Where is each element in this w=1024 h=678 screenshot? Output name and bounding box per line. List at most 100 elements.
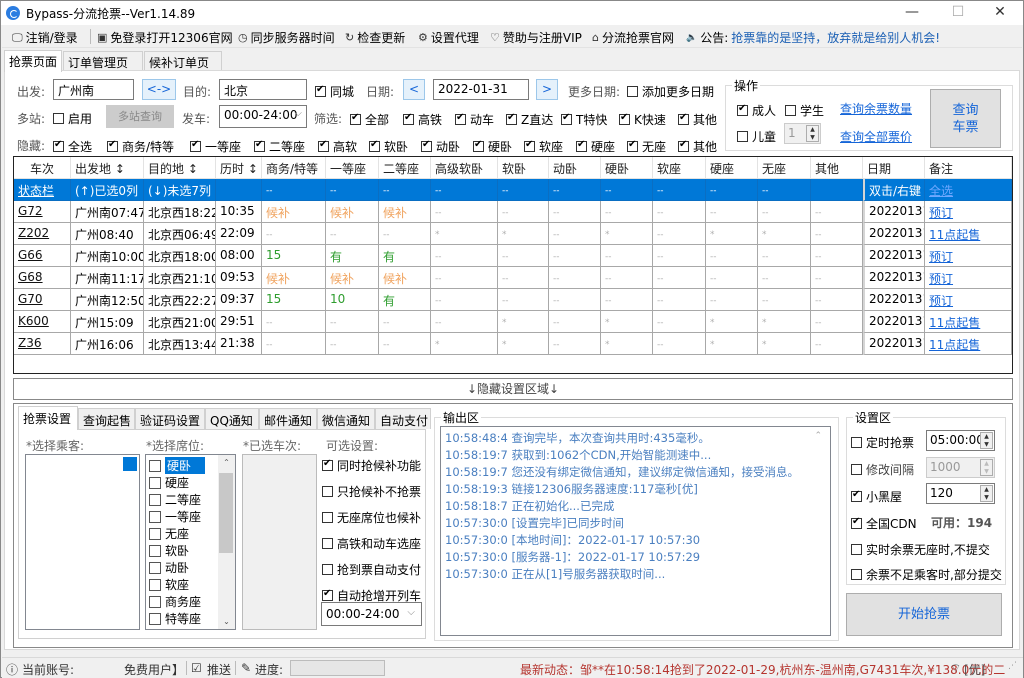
seat-option[interactable]: 二等座	[149, 491, 201, 508]
table-cell[interactable]: 11点起售	[925, 223, 1012, 245]
seat-option[interactable]: 一等座	[149, 508, 201, 525]
multi-station-enable-checkbox[interactable]: 启用	[53, 110, 92, 127]
seat-option[interactable]: 动卧	[149, 559, 189, 576]
hide-soft-seat-checkbox[interactable]: 软座	[524, 138, 563, 155]
table-cell[interactable]: 11点起售	[925, 333, 1012, 355]
table-row[interactable]: Z36 广州16:06 北京西13:44 21:38 -- -- -- * * -- * -- * * --…	[14, 333, 1012, 355]
swap-stations-button[interactable]: <->	[142, 79, 176, 100]
optional-setting-checkbox[interactable]: 高铁和动车选座	[322, 535, 421, 552]
toolbar-check-update-button[interactable]: ↻ 检查更新	[345, 29, 405, 46]
tab-wechat-notify[interactable]: 微信通知	[317, 408, 375, 429]
hide-business-checkbox[interactable]: 商务/特等	[107, 138, 174, 155]
optional-setting-checkbox[interactable]: 只抢候补不抢票	[322, 483, 421, 500]
push-label[interactable]: 推送	[207, 661, 231, 678]
interval-stepper[interactable]: 1000 ▲ ▼	[926, 457, 995, 478]
from-station-input[interactable]: 广州南	[53, 79, 134, 100]
add-more-dates-checkbox[interactable]: 添加更多日期	[627, 83, 714, 100]
table-cell[interactable]: G66	[14, 245, 71, 267]
table-cell[interactable]: Z36	[14, 333, 71, 355]
blackroom-checkbox[interactable]: 小黑屋	[851, 488, 902, 505]
filter-other-checkbox[interactable]: 其他	[678, 111, 717, 128]
toolbar-sync-time-button[interactable]: ◷ 同步服务器时间	[238, 29, 335, 46]
hide-other-checkbox[interactable]: 其他	[678, 138, 717, 155]
toolbar-sponsor-button[interactable]: ♡ 赞助与注册VIP	[490, 29, 582, 46]
query-remaining-link[interactable]: 查询余票数量	[840, 100, 912, 117]
table-row[interactable]: G68 广州南11:17 北京西21:10 09:53 候补 候补 候补 -- -- -- -- --…	[14, 267, 1012, 289]
push-checkbox-icon[interactable]: ☑	[191, 661, 202, 675]
table-cell[interactable]: 预订	[925, 201, 1012, 223]
tab-order-management[interactable]: 订单管理页面	[63, 51, 143, 87]
grab-time-range-select[interactable]: 00:00-24:00 ⌵	[321, 602, 422, 626]
stepper-arrows-icon[interactable]: ▲ ▼	[806, 125, 819, 142]
optional-setting-checkbox[interactable]: 无座席位也候补	[322, 509, 421, 526]
table-cell[interactable]: 预订	[925, 267, 1012, 289]
table-row[interactable]: K600 广州15:09 北京西21:00 29:51 -- -- -- -- * -- * -- * *…	[14, 311, 1012, 333]
selected-trains-list[interactable]	[242, 454, 317, 630]
table-cell[interactable]: G70	[14, 289, 71, 311]
toolbar-proxy-button[interactable]: ⚙ 设置代理	[418, 29, 479, 46]
filter-all-checkbox[interactable]: 全部	[350, 111, 389, 128]
no-seat-no-submit-checkbox[interactable]: 实时余票无座时,不提交	[851, 541, 990, 558]
student-checkbox[interactable]: 学生	[785, 102, 824, 119]
tab-qq-notify[interactable]: QQ通知	[205, 408, 259, 429]
query-all-prices-link[interactable]: 查询全部票价	[840, 128, 912, 145]
scroll-down-icon[interactable]: ⌄	[218, 617, 235, 626]
hide-select-all-checkbox[interactable]: 全选	[53, 138, 92, 155]
filter-t-checkbox[interactable]: T特快	[561, 111, 607, 128]
table-cell[interactable]: 11点起售	[925, 311, 1012, 333]
filter-gaotie-checkbox[interactable]: 高铁	[403, 111, 442, 128]
hide-settings-toggle[interactable]: ↓隐藏设置区域↓	[13, 378, 1013, 400]
optional-setting-checkbox[interactable]: 同时抢候补功能	[322, 457, 421, 474]
stepper-arrows-icon[interactable]: ▲ ▼	[980, 459, 993, 476]
seat-list[interactable]: ⌃ ⌄ 硬卧 硬座 二等座 一等座 无座 软卧 动卧 软座 商务座 特等座	[145, 454, 236, 630]
query-tickets-button[interactable]: 查询 车票	[930, 89, 1001, 148]
partial-submit-checkbox[interactable]: 余票不足乘客时,部分提交	[851, 566, 1002, 583]
hide-first-class-checkbox[interactable]: 一等座	[190, 138, 241, 155]
prev-date-button[interactable]: <	[403, 79, 425, 100]
child-checkbox[interactable]: 儿童	[737, 128, 776, 145]
table-cell[interactable]: 全选	[925, 179, 1012, 201]
tab-email-notify[interactable]: 邮件通知	[259, 408, 317, 429]
hide-high-soft-checkbox[interactable]: 高软	[318, 138, 357, 155]
same-city-checkbox[interactable]: 同城	[315, 83, 354, 100]
table-row[interactable]: G66 广州南10:00 北京西18:00 08:00 15 有 有 -- -- -- -- -- --…	[14, 245, 1012, 267]
tab-query-presale[interactable]: 查询起售	[78, 408, 135, 429]
scroll-up-icon[interactable]: ⌃	[218, 458, 235, 467]
to-station-input[interactable]: 北京	[219, 79, 307, 100]
status-row[interactable]: 状态栏 (↑)已选0列 (↓)未选7列 -- -- -- -- -- -- -- -- -- -- 双击/…	[14, 179, 1012, 201]
tab-grab-settings[interactable]: 抢票设置	[18, 406, 78, 430]
close-button[interactable]: ✕	[977, 1, 1023, 25]
filter-z-checkbox[interactable]: Z直达	[506, 111, 553, 128]
tab-auto-pay[interactable]: 自动支付	[375, 408, 431, 429]
seat-option[interactable]: 商务座	[149, 593, 201, 610]
hide-no-seat-checkbox[interactable]: 无座	[627, 138, 666, 155]
modify-interval-checkbox[interactable]: 修改间隔	[851, 461, 914, 478]
multi-station-query-button[interactable]: 多站查询	[106, 105, 174, 128]
timed-grab-time-stepper[interactable]: 05:00:00 ▲ ▼	[926, 430, 995, 451]
tab-waitlist-orders[interactable]: 候补订单页面	[144, 51, 222, 87]
tab-grab-ticket[interactable]: 抢票页面	[4, 50, 62, 72]
table-row[interactable]: Z202 广州08:40 北京西06:49 22:09 -- -- -- * * -- * -- * * -…	[14, 223, 1012, 245]
minimize-button[interactable]: —	[889, 1, 935, 25]
optional-setting-checkbox[interactable]: 抢到票自动支付	[322, 561, 421, 578]
next-date-button[interactable]: >	[536, 79, 558, 100]
maximize-button[interactable]: ☐	[935, 1, 981, 25]
seat-option[interactable]: 软卧	[149, 542, 189, 559]
resize-grip-icon[interactable]: ⋰	[1008, 661, 1017, 671]
toolbar-official-site-button[interactable]: ⌂ 分流抢票官网	[592, 29, 674, 46]
seat-option[interactable]: 软座	[149, 576, 189, 593]
table-cell[interactable]: 预订	[925, 289, 1012, 311]
table-cell[interactable]: Z202	[14, 223, 71, 245]
seat-option[interactable]: 硬座	[149, 474, 189, 491]
scroll-thumb[interactable]	[219, 473, 233, 553]
filter-dongche-checkbox[interactable]: 动车	[455, 111, 494, 128]
hide-emu-sleeper-checkbox[interactable]: 动卧	[421, 138, 460, 155]
seat-option[interactable]: 硬卧	[149, 457, 206, 474]
table-cell[interactable]: G72	[14, 201, 71, 223]
date-input[interactable]: 2022-01-31	[433, 79, 529, 100]
table-cell[interactable]: 预订	[925, 245, 1012, 267]
scroll-up-icon[interactable]: ⌃	[814, 431, 822, 441]
tab-captcha-settings[interactable]: 验证码设置	[135, 408, 205, 429]
toolbar-login-button[interactable]: 🖵 注销/登录	[12, 29, 78, 46]
blackroom-stepper[interactable]: 120 ▲ ▼	[926, 483, 995, 504]
